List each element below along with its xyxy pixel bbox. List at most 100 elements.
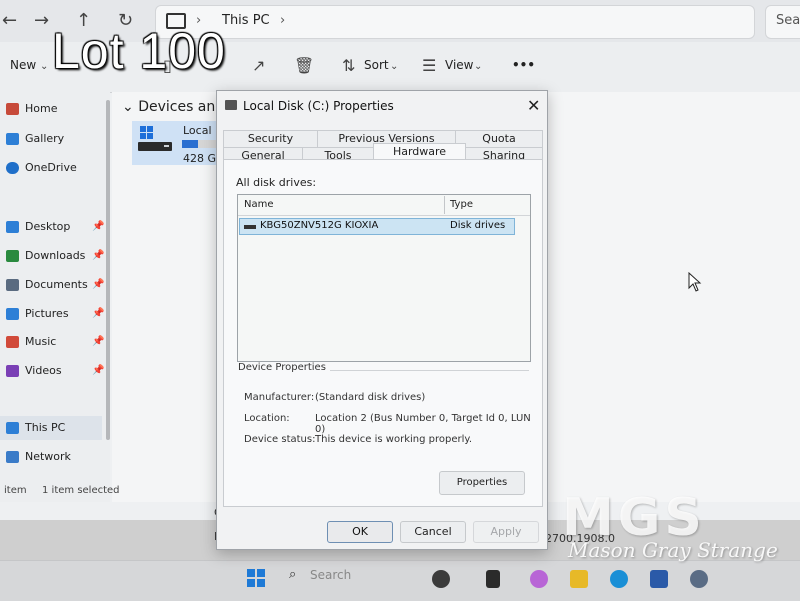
pictures-icon <box>6 308 19 320</box>
widgets-icon[interactable] <box>432 570 450 588</box>
chevron-down-icon[interactable]: ⌄ <box>474 61 482 72</box>
item-count: item <box>4 485 27 496</box>
properties-dialog: Local Disk (C:) Properties ✕ Security Pr… <box>216 90 548 550</box>
sidebar-item-label: Home <box>25 102 58 115</box>
pin-icon[interactable]: 📌 <box>92 304 104 324</box>
forward-arrow-icon[interactable]: → <box>34 10 49 31</box>
search-placeholder: Sear <box>776 13 800 28</box>
delete-icon[interactable]: 🗑 <box>294 56 314 75</box>
column-separator[interactable] <box>444 196 445 214</box>
chevron-down-icon[interactable]: ⌄ <box>40 61 48 72</box>
edge-browser-icon[interactable] <box>610 570 628 588</box>
new-button[interactable]: New <box>10 58 36 72</box>
apply-button[interactable]: Apply <box>473 521 539 543</box>
sidebar-item-this-pc[interactable]: This PC <box>6 418 65 438</box>
store-icon[interactable] <box>650 570 668 588</box>
sidebar-item-desktop[interactable]: Desktop 📌 <box>6 217 104 237</box>
sidebar-item-label: Music <box>25 335 57 348</box>
device-status-label: Device status: <box>244 434 316 445</box>
all-disk-drives-label: All disk drives: <box>236 176 317 189</box>
disk-drive-icon <box>244 225 256 229</box>
search-box[interactable]: Sear <box>765 5 800 39</box>
desktop-icon <box>6 221 19 233</box>
properties-button[interactable]: Properties <box>439 471 525 495</box>
section-title: Devices and <box>138 99 225 115</box>
disk-icon <box>225 100 237 110</box>
pin-icon[interactable]: 📌 <box>92 246 104 266</box>
table-row[interactable]: KBG50ZNV512G KIOXIA Disk drives <box>239 218 515 235</box>
drive-usage-fill <box>182 140 198 148</box>
sidebar-item-label: Documents <box>25 278 88 291</box>
sort-icon[interactable]: ⇅ <box>342 56 355 75</box>
tab-security[interactable]: Security <box>223 130 318 148</box>
column-header-name[interactable]: Name <box>244 199 274 210</box>
status-bar: item 1 item selected <box>0 483 230 499</box>
music-icon <box>6 336 19 348</box>
sidebar-item-documents[interactable]: Documents 📌 <box>6 275 104 295</box>
address-path[interactable]: This PC <box>222 13 270 28</box>
sidebar-item-downloads[interactable]: Downloads 📌 <box>6 246 104 266</box>
chevron-down-icon[interactable]: ⌄ <box>122 99 134 115</box>
back-arrow-icon[interactable]: ← <box>2 10 17 31</box>
settings-gear-icon[interactable] <box>690 570 708 588</box>
windows-start-icon[interactable] <box>246 568 266 588</box>
ok-button[interactable]: OK <box>327 521 393 543</box>
drive-row-type: Disk drives <box>450 220 506 231</box>
sidebar-item-pictures[interactable]: Pictures 📌 <box>6 304 104 324</box>
selection-count: 1 item selected <box>42 485 120 496</box>
file-explorer-taskbar-icon[interactable] <box>570 570 588 588</box>
sidebar-item-label: Gallery <box>25 132 65 145</box>
drive-row-name: KBG50ZNV512G KIOXIA <box>260 220 379 231</box>
location-label: Location: <box>244 413 290 424</box>
column-header-type[interactable]: Type <box>450 199 473 210</box>
sidebar-item-music[interactable]: Music 📌 <box>6 332 104 352</box>
sidebar-item-label: Network <box>25 450 71 463</box>
sort-button[interactable]: Sort <box>364 58 389 72</box>
download-icon <box>6 250 19 262</box>
sidebar-item-home[interactable]: Home <box>6 99 57 119</box>
cancel-button[interactable]: Cancel <box>400 521 466 543</box>
sidebar-scrollbar[interactable] <box>106 100 110 440</box>
pin-icon[interactable]: 📌 <box>92 217 104 237</box>
cloud-icon <box>6 162 19 174</box>
home-icon <box>6 103 19 115</box>
documents-icon <box>6 279 19 291</box>
sidebar-item-gallery[interactable]: Gallery <box>6 129 64 149</box>
sidebar-item-label: Desktop <box>25 220 71 233</box>
pin-icon[interactable]: 📌 <box>92 361 104 381</box>
taskbar-search-box[interactable]: Search <box>310 568 351 582</box>
sidebar-item-label: OneDrive <box>25 161 77 174</box>
chevron-down-icon[interactable]: ⌄ <box>390 61 398 72</box>
sidebar-item-videos[interactable]: Videos 📌 <box>6 361 104 381</box>
taskbar <box>0 560 800 601</box>
header-divider <box>238 215 530 216</box>
navigation-pane <box>0 92 110 502</box>
copilot-icon[interactable] <box>530 570 548 588</box>
pin-icon[interactable]: 📌 <box>92 332 104 352</box>
devices-section-header[interactable]: ⌄ Devices and <box>122 99 224 115</box>
disk-drives-list[interactable]: Name Type KBG50ZNV512G KIOXIA Disk drive… <box>237 194 531 362</box>
videos-icon <box>6 365 19 377</box>
sidebar-item-label: This PC <box>25 421 66 434</box>
view-button[interactable]: View <box>445 58 473 72</box>
sidebar-item-label: Pictures <box>25 307 69 320</box>
address-bar[interactable]: › This PC › <box>155 5 755 39</box>
lot-number-watermark: Lot 100 <box>52 23 226 79</box>
company-name-watermark: Mason Gray Strange <box>568 538 778 562</box>
hardware-tab-panel: All disk drives: Name Type KBG50ZNV512G … <box>223 159 543 507</box>
task-view-icon[interactable] <box>486 570 500 588</box>
chevron-right-icon[interactable]: › <box>280 13 285 28</box>
hard-drive-icon <box>138 126 172 151</box>
view-icon[interactable]: ☰ <box>422 56 436 75</box>
tab-quota[interactable]: Quota <box>455 130 543 148</box>
share-icon[interactable]: ↗ <box>252 56 265 75</box>
pin-icon[interactable]: 📌 <box>92 275 104 295</box>
sidebar-item-network[interactable]: Network <box>6 447 71 467</box>
manufacturer-label: Manufacturer: <box>244 392 315 403</box>
sidebar-item-onedrive[interactable]: OneDrive <box>6 158 77 178</box>
more-options-button[interactable]: ••• <box>512 58 535 72</box>
dialog-title: Local Disk (C:) Properties <box>243 99 394 113</box>
search-icon[interactable]: ⌕ <box>289 567 296 582</box>
sidebar-item-label: Videos <box>25 364 62 377</box>
close-icon[interactable]: ✕ <box>527 96 540 115</box>
